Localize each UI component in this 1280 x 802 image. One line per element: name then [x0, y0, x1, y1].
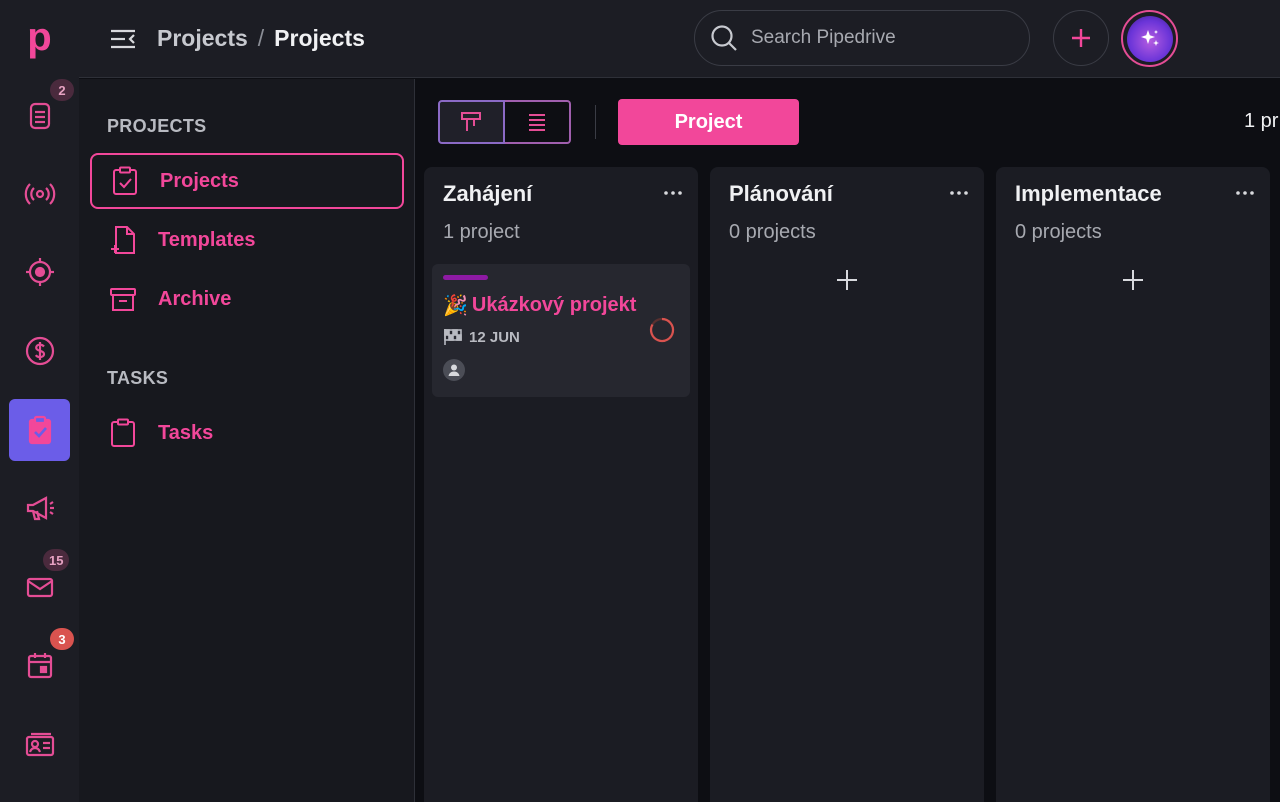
- app-rail: p 2 15 3: [0, 0, 79, 802]
- sidebar-item-label: Templates: [158, 228, 256, 251]
- plus-icon: [1072, 29, 1090, 47]
- column-count: 0 projects: [1015, 221, 1102, 243]
- more-horizontal-icon: [1236, 191, 1254, 195]
- rail-deals-button[interactable]: [9, 241, 70, 303]
- sidebar-item-archive[interactable]: Archive: [90, 271, 404, 327]
- leads-inbox-icon: [29, 102, 50, 130]
- megaphone-icon: [26, 496, 54, 521]
- card-due-date: 12 JUN: [443, 328, 520, 346]
- more-horizontal-icon: [664, 191, 682, 195]
- breadcrumb: Projects / Projects: [157, 22, 365, 54]
- search-box[interactable]: [694, 10, 1030, 66]
- leads-count-badge: 2: [50, 79, 74, 101]
- column-title: Plánování: [729, 181, 833, 206]
- board-column: Zahájení 1 project 🎉 Ukázkový projekt 12…: [424, 167, 698, 802]
- rail-revenue-button[interactable]: [9, 320, 70, 382]
- column-count: 1 project: [443, 221, 520, 243]
- clipboard-check-icon: [28, 415, 51, 445]
- collapse-sidebar-button[interactable]: [107, 24, 139, 54]
- column-menu-button[interactable]: [1234, 185, 1256, 201]
- template-document-icon: [111, 226, 135, 254]
- search-input[interactable]: [751, 27, 1011, 49]
- column-title: Zahájení: [443, 181, 533, 206]
- rail-contacts-button[interactable]: [9, 713, 70, 775]
- checkered-flag-icon: [444, 329, 462, 345]
- add-project-button[interactable]: Project: [618, 99, 799, 145]
- project-card[interactable]: 🎉 Ukázkový projekt 12 JUN: [432, 264, 690, 397]
- projects-board: Project 1 pr Zahájení 1 project 🎉 Ukázko…: [415, 79, 1280, 802]
- sidebar-item-label: Projects: [160, 169, 239, 192]
- column-title: Implementace: [1015, 181, 1162, 206]
- clipboard-check-icon: [113, 166, 137, 195]
- archive-box-icon: [110, 288, 136, 311]
- list-icon: [528, 114, 545, 131]
- sidebar-item-projects[interactable]: Projects: [90, 153, 404, 209]
- column-count: 0 projects: [729, 221, 816, 243]
- owner-avatar[interactable]: [443, 359, 465, 381]
- view-toggle: [438, 100, 571, 144]
- rail-marketing-button[interactable]: [9, 477, 70, 539]
- sidebar-item-templates[interactable]: Templates: [90, 212, 404, 268]
- card-title[interactable]: 🎉 Ukázkový projekt: [443, 293, 636, 318]
- breadcrumb-current: Projects: [274, 24, 365, 51]
- sidebar-item-label: Tasks: [158, 421, 214, 444]
- plus-icon: [837, 270, 857, 290]
- user-icon: [448, 364, 460, 376]
- rail-campaigns-button[interactable]: [9, 163, 70, 225]
- calendar-icon: [27, 653, 52, 679]
- party-popper-icon: 🎉: [443, 295, 468, 317]
- quick-add-button[interactable]: [1053, 10, 1109, 66]
- search-icon: [711, 25, 737, 51]
- target-icon: [25, 258, 54, 286]
- top-bar: Projects / Projects: [79, 0, 1280, 78]
- pipedrive-logo[interactable]: p: [0, 14, 79, 60]
- projects-sidebar: PROJECTS Projects Templates Archive TASK…: [79, 79, 415, 802]
- column-menu-button[interactable]: [662, 185, 684, 201]
- projects-section-heading: PROJECTS: [107, 116, 207, 136]
- ai-assistant-button[interactable]: [1121, 10, 1178, 67]
- contact-card-icon: [25, 732, 54, 757]
- board-view-button[interactable]: [438, 100, 505, 144]
- sidebar-item-tasks[interactable]: Tasks: [90, 405, 404, 461]
- card-due-date-text: 12 JUN: [469, 328, 520, 346]
- rail-projects-button[interactable]: [9, 399, 70, 461]
- progress-ring-icon: [649, 317, 675, 343]
- clipboard-icon: [111, 418, 135, 447]
- project-count: 1 pr: [1244, 110, 1279, 132]
- sidebar-item-label: Archive: [158, 287, 232, 310]
- menu-collapse-icon: [111, 29, 135, 49]
- sparkle-icon: [1140, 29, 1159, 46]
- add-project-to-column-button[interactable]: [1118, 265, 1148, 295]
- broadcast-icon: [24, 183, 55, 205]
- toolbar-divider: [595, 105, 596, 139]
- tasks-section-heading: TASKS: [107, 368, 169, 388]
- card-phase-bar: [443, 275, 488, 280]
- mail-count-badge: 15: [43, 549, 70, 571]
- kanban-icon: [461, 112, 482, 131]
- list-view-button[interactable]: [504, 100, 571, 144]
- plus-icon: [1123, 270, 1143, 290]
- add-project-to-column-button[interactable]: [832, 265, 862, 295]
- calendar-count-badge: 3: [50, 628, 74, 650]
- dollar-icon: [25, 336, 54, 366]
- board-column: Implementace 0 projects: [996, 167, 1270, 802]
- mail-icon: [26, 577, 53, 598]
- breadcrumb-root[interactable]: Projects: [157, 25, 248, 52]
- breadcrumb-separator: /: [257, 24, 265, 51]
- card-title-text: Ukázkový projekt: [471, 294, 637, 316]
- column-menu-button[interactable]: [948, 185, 970, 201]
- board-column: Plánování 0 projects: [710, 167, 984, 802]
- more-horizontal-icon: [950, 191, 968, 195]
